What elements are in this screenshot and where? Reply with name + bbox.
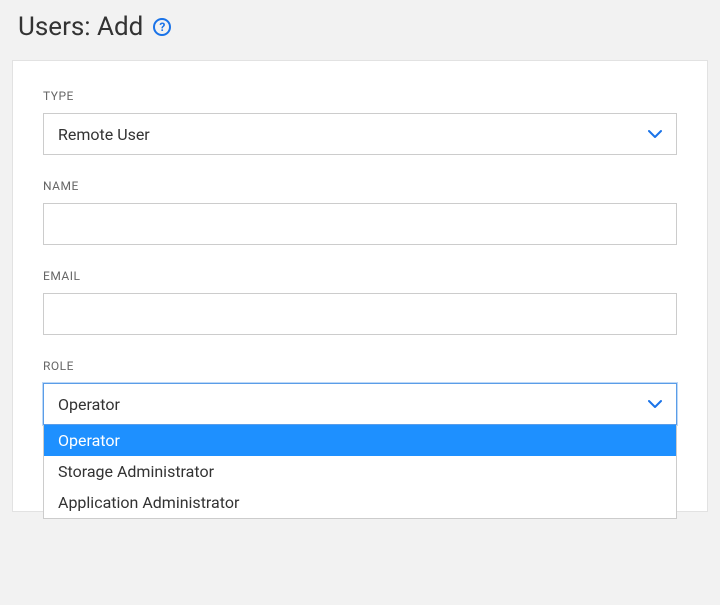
page-title: Users: Add [18, 12, 143, 42]
role-dropdown: Operator Storage Administrator Applicati… [43, 425, 677, 519]
help-icon[interactable]: ? [153, 18, 171, 36]
type-select[interactable]: Remote User [43, 113, 677, 155]
role-select-value: Operator [58, 395, 120, 414]
role-label: ROLE [43, 359, 677, 373]
email-input[interactable] [43, 293, 677, 335]
name-input[interactable] [43, 203, 677, 245]
email-label: EMAIL [43, 269, 677, 283]
chevron-down-icon [648, 397, 662, 411]
role-select[interactable]: Operator [43, 383, 677, 425]
type-label: TYPE [43, 89, 677, 103]
chevron-down-icon [648, 127, 662, 141]
form-card: TYPE Remote User NAME EMAIL ROLE [12, 60, 708, 512]
role-option-storage-admin[interactable]: Storage Administrator [44, 456, 676, 487]
role-option-operator[interactable]: Operator [44, 425, 676, 456]
role-option-app-admin[interactable]: Application Administrator [44, 487, 676, 518]
type-select-value: Remote User [58, 125, 150, 144]
name-label: NAME [43, 179, 677, 193]
